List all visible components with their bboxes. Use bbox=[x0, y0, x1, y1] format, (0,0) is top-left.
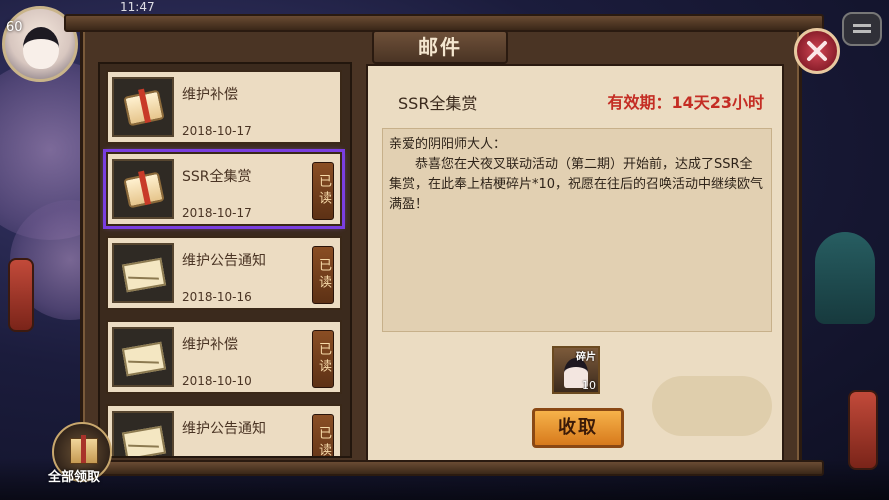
gift-icon bbox=[123, 171, 165, 209]
mail-thumb bbox=[112, 159, 174, 219]
mail-item-title: 维护公告通知 bbox=[182, 421, 266, 437]
mail-item-date: 2018-10-16 bbox=[182, 290, 252, 304]
envelope-icon bbox=[121, 257, 167, 293]
gift-icon bbox=[70, 435, 98, 464]
avatar-face bbox=[23, 27, 59, 69]
mail-list[interactable]: 维护补偿 2018-10-17 SSR全集赏 2018-10-17 已读 维护公告通知 20… bbox=[98, 62, 352, 458]
mail-item-title: SSR全集赏 bbox=[182, 169, 252, 185]
background-character bbox=[815, 232, 875, 324]
mail-item-title: 维护补偿 bbox=[182, 87, 238, 103]
envelope-icon bbox=[121, 341, 167, 377]
mail-item[interactable]: SSR全集赏 2018-10-17 已读 bbox=[103, 149, 345, 229]
mail-body: 亲爱的阴阳师大人： 恭喜您在犬夜叉联动活动（第二期）开始前，达成了SSR全集赏，… bbox=[382, 128, 772, 332]
mail-item-date: 2018-10-17 bbox=[182, 206, 252, 220]
mail-detail-panel: SSR全集赏 有效期：14天23小时 亲爱的阴阳师大人： 恭喜您在犬夜叉联动活动… bbox=[366, 64, 784, 462]
mail-thumb bbox=[112, 327, 174, 387]
reward-count: 10 bbox=[582, 379, 596, 392]
mail-expiry: 有效期：14天23小时 bbox=[607, 93, 764, 112]
mail-item-date: 2018-10-10 bbox=[182, 374, 252, 388]
cloud-decoration bbox=[652, 376, 772, 436]
background-lantern bbox=[8, 258, 34, 332]
mail-item-date: 2018-10-17 bbox=[182, 124, 252, 138]
claim-all-label: 全部领取 bbox=[48, 470, 101, 485]
gift-icon bbox=[123, 89, 165, 127]
mail-item-title: 维护公告通知 bbox=[182, 253, 266, 269]
read-status-tag: 已读 bbox=[312, 246, 334, 304]
window-title: 邮件 bbox=[372, 30, 508, 64]
mail-detail-title: SSR全集赏 bbox=[398, 94, 478, 113]
read-status-tag: 已读 bbox=[312, 162, 334, 220]
mail-item[interactable]: 维护补偿 2018-10-17 bbox=[106, 70, 342, 144]
read-status-tag: 已读 bbox=[312, 414, 334, 456]
mail-greeting: 亲爱的阴阳师大人： bbox=[389, 137, 507, 152]
scroll-decoration bbox=[848, 390, 878, 470]
mail-item[interactable]: 维护公告通知 已读 bbox=[106, 404, 342, 456]
mail-thumb bbox=[112, 77, 174, 137]
mail-item-title: 维护补偿 bbox=[182, 337, 238, 353]
frame-bottom-rail bbox=[64, 460, 824, 476]
reward-item[interactable]: 碎片 10 bbox=[552, 346, 600, 394]
mail-body-text: 恭喜您在犬夜叉联动活动（第二期）开始前，达成了SSR全集赏，在此奉上桔梗碎片*1… bbox=[389, 157, 764, 212]
close-button[interactable] bbox=[794, 28, 840, 74]
close-icon bbox=[807, 41, 827, 61]
mail-thumb bbox=[112, 243, 174, 303]
read-status-tag: 已读 bbox=[312, 330, 334, 388]
envelope-icon bbox=[121, 425, 167, 456]
mail-thumb bbox=[112, 411, 174, 456]
chat-icon[interactable] bbox=[842, 12, 882, 46]
mail-item[interactable]: 维护公告通知 2018-10-16 已读 bbox=[106, 236, 342, 310]
claim-button[interactable]: 收取 bbox=[532, 408, 624, 448]
reward-label: 碎片 bbox=[576, 352, 596, 363]
player-level: 60 bbox=[6, 20, 23, 35]
mail-item[interactable]: 维护补偿 2018-10-10 已读 bbox=[106, 320, 342, 394]
